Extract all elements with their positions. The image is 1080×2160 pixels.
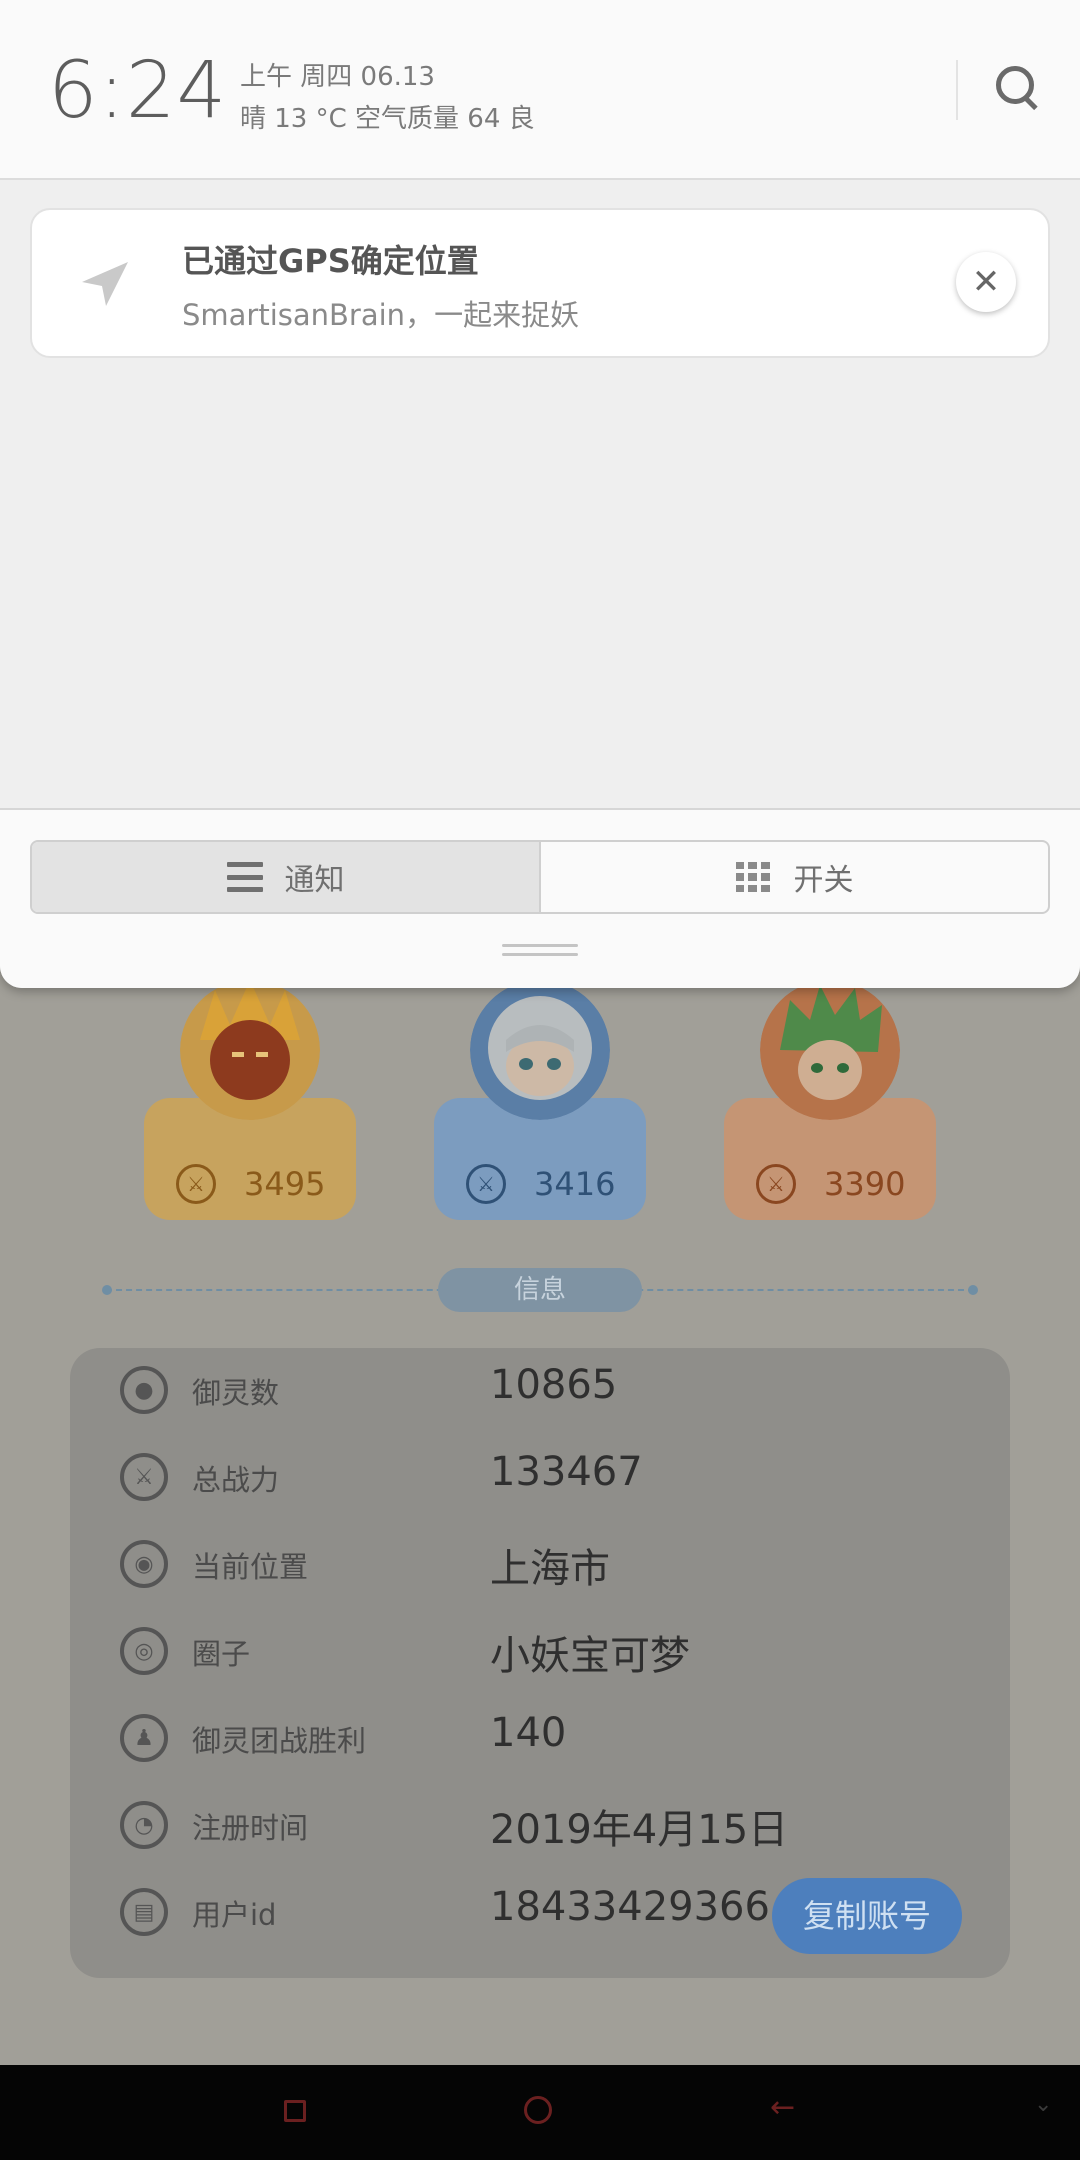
circle-icon: ◎ [120,1627,168,1675]
info-row-power: ⚔ 总战力 133467 [70,1435,1010,1521]
grid-icon [735,862,770,892]
close-icon[interactable]: ✕ [956,252,1016,312]
info-value: 18433429366 [490,1884,770,1930]
back-arrow-icon[interactable]: ← [770,2090,795,2125]
info-value: 140 [490,1710,567,1756]
chevron-down-icon[interactable]: ⌄ [1034,2092,1052,2117]
battle-icon: ♟ [120,1714,168,1762]
copy-account-button[interactable]: 复制账号 [772,1878,962,1954]
tab-notifications[interactable]: 通知 [32,842,541,912]
header-separator [956,60,958,120]
tab-toggles[interactable]: 开关 [541,842,1048,912]
info-value: 上海市 [490,1546,610,1592]
notification-shade: 6:24 上午 周四 06.13 晴 13 °C 空气质量 64 良 已通过GP… [0,0,1080,988]
weather-text: 晴 13 °C 空气质量 64 良 [240,104,535,134]
notification-title: 已通过GPS确定位置 [182,242,479,280]
info-row-location: ◉ 当前位置 上海市 [70,1522,1010,1608]
tab-label: 开关 [793,863,854,898]
spirit-icon: ● [120,1366,168,1414]
search-icon[interactable] [996,66,1042,112]
divider-dot [102,1285,112,1295]
info-label: 总战力 [192,1463,280,1497]
info-label: 用户id [192,1898,277,1932]
hero-score: 3416 [534,1165,616,1203]
info-row-register-time: ◔ 注册时间 2019年4月15日 [70,1783,1010,1869]
gps-notification-card[interactable]: 已通过GPS确定位置 SmartisanBrain，一起来捉妖 ✕ [30,208,1050,358]
drag-handle[interactable] [502,944,578,958]
recent-apps-icon[interactable] [284,2100,306,2122]
hero-avatar-green [760,980,900,1120]
hero-card-1[interactable]: ⚔ 3495 [144,980,356,1220]
info-value: 小妖宝可梦 [490,1633,690,1679]
info-value: 10865 [490,1362,618,1408]
clock-icon: ◔ [120,1801,168,1849]
info-value: 133467 [490,1449,643,1495]
navigation-arrow-icon [82,262,128,306]
hero-score: 3390 [824,1165,906,1203]
home-icon[interactable] [524,2096,552,2124]
power-icon: ⚔ [756,1164,796,1204]
hero-avatar-fire [180,980,320,1120]
tab-label: 通知 [284,863,345,898]
info-panel: ● 御灵数 10865 ⚔ 总战力 133467 ◉ 当前位置 上海市 ◎ 圈子… [70,1348,1010,1978]
date-text: 上午 周四 06.13 [240,62,435,92]
shade-header: 6:24 上午 周四 06.13 晴 13 °C 空气质量 64 良 [0,0,1080,180]
hero-score: 3495 [244,1165,326,1203]
id-icon: ▤ [120,1888,168,1936]
location-icon: ◉ [120,1540,168,1588]
hero-avatar-silver [470,980,610,1120]
clock-time: 6:24 [48,46,228,136]
list-icon [226,862,263,892]
info-label: 圈子 [192,1637,251,1671]
info-label: 注册时间 [192,1811,309,1845]
divider-dot [968,1285,978,1295]
info-label: 御灵数 [192,1376,280,1410]
notification-body: SmartisanBrain，一起来捉妖 [182,298,580,332]
info-label: 御灵团战胜利 [192,1724,367,1758]
info-row-spirits: ● 御灵数 10865 [70,1348,1010,1434]
power-icon: ⚔ [176,1164,216,1204]
info-row-battle-wins: ♟ 御灵团战胜利 140 [70,1696,1010,1782]
shade-tabs: 通知 开关 [30,840,1050,914]
hero-card-3[interactable]: ⚔ 3390 [724,980,936,1220]
power-icon: ⚔ [466,1164,506,1204]
hero-card-2[interactable]: ⚔ 3416 [434,980,646,1220]
info-label: 当前位置 [192,1550,309,1584]
info-section-label: 信息 [438,1268,642,1312]
info-value: 2019年4月15日 [490,1807,789,1853]
info-row-circle: ◎ 圈子 小妖宝可梦 [70,1609,1010,1695]
power-icon: ⚔ [120,1453,168,1501]
shade-footer: 通知 开关 [0,808,1080,988]
